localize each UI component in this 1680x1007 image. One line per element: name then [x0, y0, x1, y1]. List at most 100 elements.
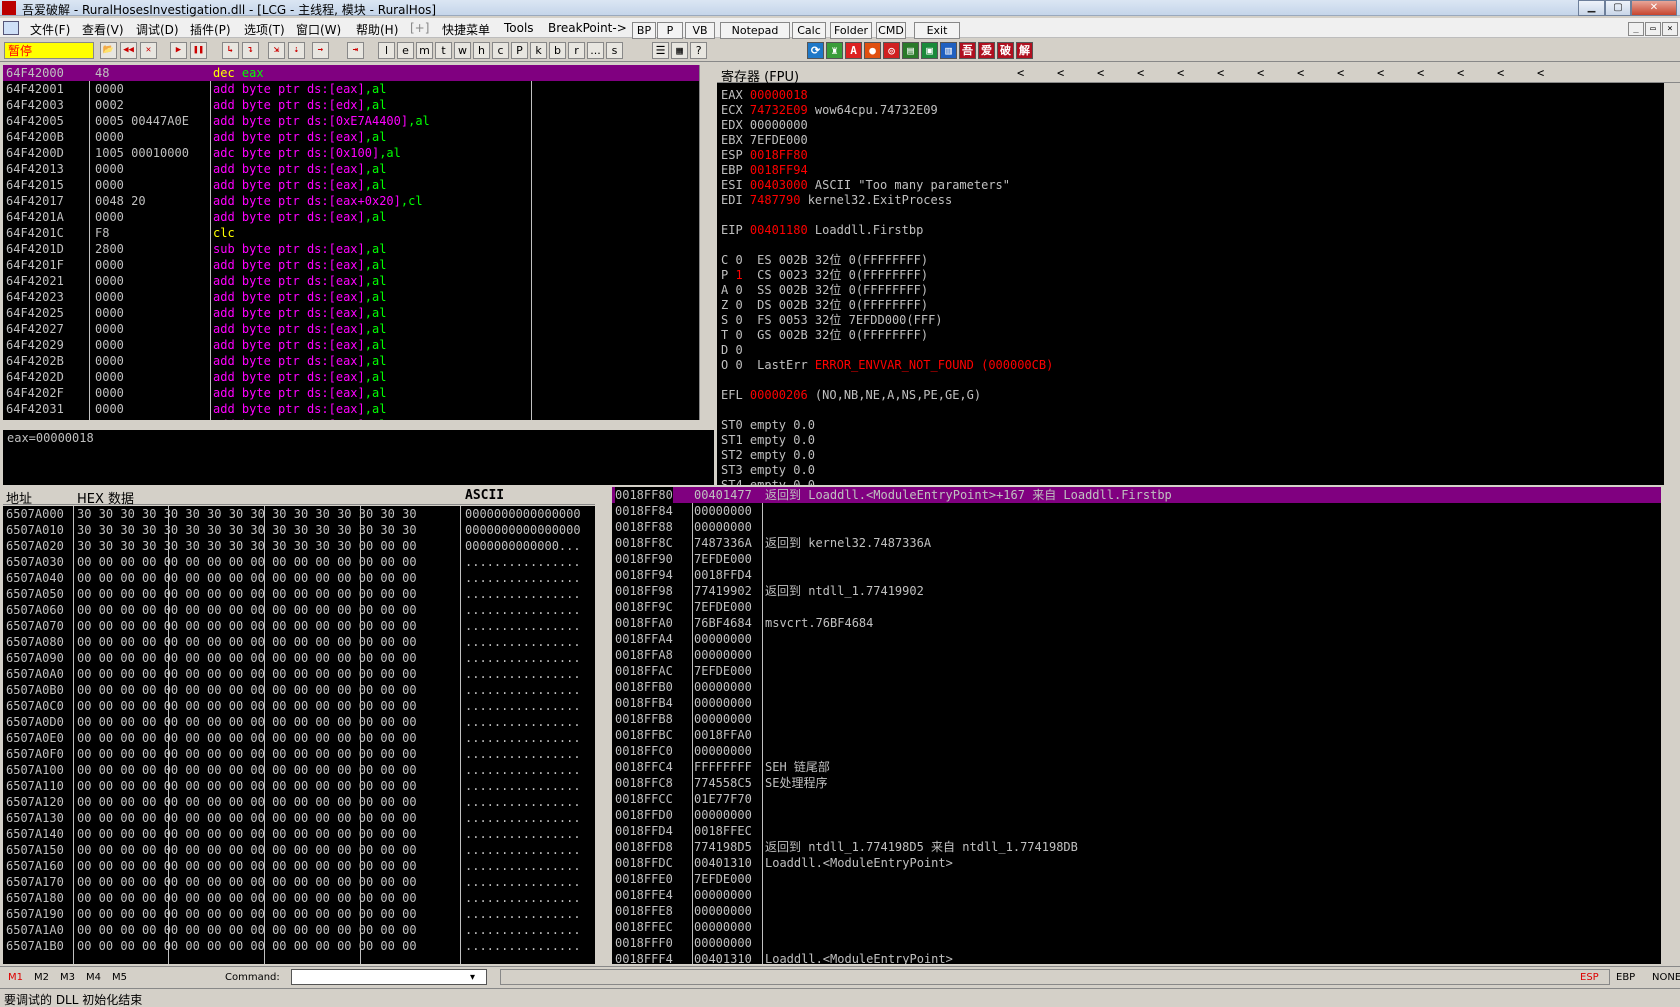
wu-icon[interactable]: 吾 [959, 42, 976, 59]
disasm-row[interactable]: 64F42005 0005 00447A0E add byte ptr ds:[0x… [3, 113, 699, 129]
dump-row[interactable]: 6507A120 00 00 00 00 00 00 00 00 00 00 00… [3, 794, 595, 810]
quick-tool-button[interactable]: P [657, 22, 683, 39]
dump-row[interactable]: 6507A0B0 00 00 00 00 00 00 00 00 00 00 00… [3, 682, 595, 698]
dump-header-ascii[interactable]: ASCII [465, 488, 504, 503]
go-to-icon[interactable]: ⇥ [347, 42, 364, 59]
dump-row[interactable]: 6507A010 30 30 30 30 30 30 30 30 30 30 30… [3, 522, 595, 538]
disasm-row[interactable]: 64F4200B 0000 add byte ptr ds:[eax],al [3, 129, 699, 145]
collapse-icon[interactable]: < [1497, 66, 1504, 80]
follow-mode-button[interactable]: EBP [1616, 972, 1635, 983]
disasm-row[interactable]: 64F42013 0000 add byte ptr ds:[eax],al [3, 161, 699, 177]
menu-item[interactable]: 帮助(H) [356, 21, 398, 38]
po-icon[interactable]: 破 [997, 42, 1014, 59]
mdi-close-button[interactable]: × [1662, 22, 1678, 36]
dump-row[interactable]: 6507A170 00 00 00 00 00 00 00 00 00 00 00… [3, 874, 595, 890]
disasm-row[interactable]: 64F4202D 0000 add byte ptr ds:[eax],al [3, 369, 699, 385]
dump-scrollbar[interactable] [595, 487, 611, 964]
dump-row[interactable]: 6507A100 00 00 00 00 00 00 00 00 00 00 00… [3, 762, 595, 778]
disasm-row[interactable]: 64F42003 0002 add byte ptr ds:[edx],al [3, 97, 699, 113]
open-icon[interactable]: 📂 [100, 42, 117, 59]
target-icon[interactable]: ◎ [883, 42, 900, 59]
register-line[interactable]: EFL 00000206 (NO,NB,NE,A,NS,PE,GE,G) [721, 387, 981, 403]
stack-row[interactable]: 0018FFE8 00000000 [612, 903, 1661, 919]
disasm-row[interactable]: 64F4201F 0000 add byte ptr ds:[eax],al [3, 257, 699, 273]
dump-row[interactable]: 6507A030 00 00 00 00 00 00 00 00 00 00 00… [3, 554, 595, 570]
disasm-row[interactable]: 64F4202F 0000 add byte ptr ds:[eax],al [3, 385, 699, 401]
dump-row[interactable]: 6507A0D0 00 00 00 00 00 00 00 00 00 00 00… [3, 714, 595, 730]
quick-tool-button[interactable]: Folder [830, 22, 872, 39]
view-button[interactable]: r [568, 42, 585, 59]
follow-mode-button[interactable]: NONE [1652, 972, 1680, 983]
stack-row[interactable]: 0018FFC0 00000000 [612, 743, 1661, 759]
collapse-icon[interactable]: < [1337, 66, 1344, 80]
disasm-row[interactable]: 64F4200D 1005 00010000 adc byte ptr ds:[0x… [3, 145, 699, 161]
refresh-icon[interactable]: ⟳ [807, 42, 824, 59]
disassembly-scrollbar[interactable] [699, 65, 714, 430]
dump-row[interactable]: 6507A110 00 00 00 00 00 00 00 00 00 00 00… [3, 778, 595, 794]
disasm-row[interactable]: 64F42015 0000 add byte ptr ds:[eax],al [3, 177, 699, 193]
stack-row[interactable]: 0018FFC4 FFFFFFFF SEH 链尾部 [612, 759, 1661, 775]
record-icon[interactable]: ● [864, 42, 881, 59]
pause-icon[interactable]: ❚❚ [190, 42, 207, 59]
stack-row[interactable]: 0018FFCC 01E77F70 [612, 791, 1661, 807]
stack-row[interactable]: 0018FFAC 7EFDE000 [612, 663, 1661, 679]
register-line[interactable]: EBP 0018FF94 [721, 162, 808, 178]
stack-row[interactable]: 0018FF80 00401477 返回到 Loaddll.<ModuleEntry… [612, 487, 1661, 503]
register-line[interactable]: D 0 [721, 342, 743, 358]
mdi-restore-button[interactable]: ▭ [1645, 22, 1661, 36]
disasm-row[interactable]: 64F42017 0048 20 add byte ptr ds:[eax+0x20… [3, 193, 699, 209]
stack-row[interactable]: 0018FFA4 00000000 [612, 631, 1661, 647]
collapse-icon[interactable]: < [1537, 66, 1544, 80]
checkbox-icon[interactable]: ▦ [671, 42, 688, 59]
stack-row[interactable]: 0018FFD4 0018FFEC [612, 823, 1661, 839]
register-line[interactable]: ST1 empty 0.0 [721, 432, 815, 448]
close-icon[interactable]: ✕ [140, 42, 157, 59]
tool-icon[interactable]: ▤ [902, 42, 919, 59]
register-line[interactable]: ST4 empty 0.0 [721, 477, 815, 485]
registers-pane[interactable]: EAX 00000018 ECX 74732E09 wow64cpu.74732E… [717, 65, 1680, 485]
view-button[interactable]: w [454, 42, 471, 59]
register-line[interactable]: ST3 empty 0.0 [721, 462, 815, 478]
register-line[interactable]: ESP 0018FF80 [721, 147, 808, 163]
view-button[interactable]: k [530, 42, 547, 59]
stack-row[interactable]: 0018FFD8 774198D5 返回到 ntdll_1.774198D5 来自 … [612, 839, 1661, 855]
register-line[interactable]: EBX 7EFDE000 [721, 132, 808, 148]
maximize-button[interactable]: ▢ [1605, 0, 1631, 16]
disasm-row[interactable]: 64F42031 0000 add byte ptr ds:[eax],al [3, 401, 699, 417]
dump-row[interactable]: 6507A080 00 00 00 00 00 00 00 00 00 00 00… [3, 634, 595, 650]
register-line[interactable]: A 0 SS 002B 32位 0(FFFFFFFF) [721, 282, 928, 298]
disasm-row[interactable]: 64F42025 0000 add byte ptr ds:[eax],al [3, 305, 699, 321]
collapse-icon[interactable]: < [1057, 66, 1064, 80]
registers-header[interactable]: 寄存器 (FPU) < < < < < < < < < < < < < < [717, 65, 1680, 85]
stack-row[interactable]: 0018FFF4 00401310 Loaddll.<ModuleEntryPoin… [612, 951, 1661, 964]
dump-row[interactable]: 6507A160 00 00 00 00 00 00 00 00 00 00 00… [3, 858, 595, 874]
menu-item[interactable]: 窗口(W) [296, 21, 341, 38]
stack-row[interactable]: 0018FF98 77419902 返回到 ntdll_1.77419902 [612, 583, 1661, 599]
stack-row[interactable]: 0018FF9C 7EFDE000 [612, 599, 1661, 615]
screen-icon[interactable]: ▣ [921, 42, 938, 59]
collapse-icon[interactable]: < [1297, 66, 1304, 80]
menu-item[interactable]: 快捷菜单 [442, 21, 490, 38]
menu-item[interactable]: 文件(F) [30, 21, 70, 38]
register-line[interactable]: T 0 GS 002B 32位 0(FFFFFFFF) [721, 327, 928, 343]
dump-row[interactable]: 6507A150 00 00 00 00 00 00 00 00 00 00 00… [3, 842, 595, 858]
dump-row[interactable]: 6507A0F0 00 00 00 00 00 00 00 00 00 00 00… [3, 746, 595, 762]
stack-row[interactable]: 0018FFB0 00000000 [612, 679, 1661, 695]
mdi-minimize-button[interactable]: _ [1628, 22, 1644, 36]
view-button[interactable]: s [606, 42, 623, 59]
view-button[interactable]: b [549, 42, 566, 59]
view-button[interactable]: h [473, 42, 490, 59]
system-menu-icon[interactable] [3, 21, 19, 35]
stack-pane[interactable]: 0018FF80 00401477 返回到 Loaddll.<ModuleEntry… [612, 487, 1661, 964]
stack-row[interactable]: 0018FFA0 76BF4684 msvcrt.76BF4684 [612, 615, 1661, 631]
marker-button[interactable]: M4 [86, 972, 101, 983]
register-line[interactable]: EAX 00000018 [721, 87, 808, 103]
menu-item[interactable]: 插件(P) [190, 21, 231, 38]
menu-item[interactable]: BreakPoint-> [548, 21, 627, 35]
disasm-row[interactable]: 64F42023 0000 add byte ptr ds:[eax],al [3, 289, 699, 305]
register-line[interactable]: C 0 ES 002B 32位 0(FFFFFFFF) [721, 252, 928, 268]
minimize-button[interactable]: ▁ [1578, 0, 1605, 16]
dump-row[interactable]: 6507A0C0 00 00 00 00 00 00 00 00 00 00 00… [3, 698, 595, 714]
stack-row[interactable]: 0018FFD0 00000000 [612, 807, 1661, 823]
collapse-icon[interactable]: < [1097, 66, 1104, 80]
